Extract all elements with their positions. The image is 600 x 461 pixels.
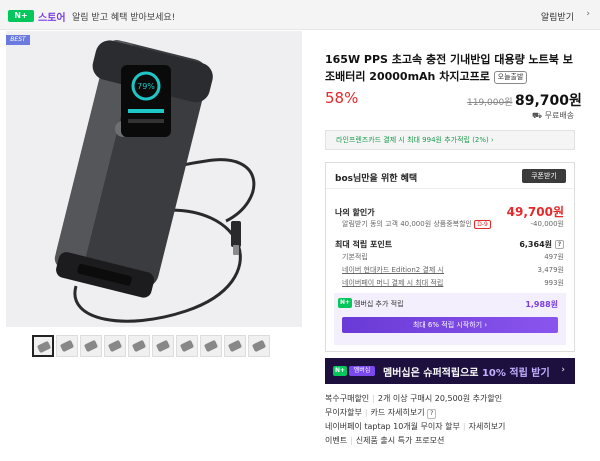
membership-box: N+ 멤버십 추가 적립 1,988원 최대 6% 적립 시작하기 ›	[334, 293, 566, 345]
points-row-npay-money-value: 993원	[544, 279, 564, 287]
notification-subscribe-button[interactable]: 알림받기	[541, 10, 574, 23]
thumbnail-5[interactable]	[128, 335, 150, 357]
benefits-title: bos님만을 위한 혜택	[335, 174, 418, 184]
thumbnail-8[interactable]	[200, 335, 222, 357]
card-details-link[interactable]: 카드 자세히보기	[371, 408, 425, 417]
naver-plus-badge: N+	[333, 366, 347, 376]
notification-message: 알림 받고 혜택 받아보세요!	[72, 13, 176, 23]
best-badge: BEST	[6, 35, 30, 45]
info-row-installment: 무이자할부 | 카드 자세히보기 ?	[325, 407, 437, 419]
points-row-card-value: 3,479원	[537, 266, 564, 274]
points-row-npay-money[interactable]: 네이버페이 머니 결제 시 최대 적립	[342, 278, 443, 288]
sale-price: 89,700원	[515, 93, 582, 109]
final-price-label: 나의 할인가	[335, 208, 375, 217]
points-row-card[interactable]: 네이버 현대카드 Edition2 결제 시	[342, 265, 444, 275]
chevron-right-icon: ›	[491, 136, 494, 144]
coupon-download-button[interactable]: 쿠폰받기	[522, 169, 566, 183]
truck-icon: ⛟	[532, 111, 543, 120]
coupon-dday-tag: D-9	[474, 220, 491, 229]
event-link[interactable]: 신제품 출시 특가 프로모션	[356, 436, 445, 445]
thumbnail-9[interactable]	[224, 335, 246, 357]
chevron-right-icon: ›	[561, 365, 565, 375]
thumbnail-4[interactable]	[104, 335, 126, 357]
product-title: 165W PPS 초고속 충전 기내반입 대용량 노트북 보조배터리 20000…	[325, 53, 573, 84]
naver-plus-badge: N+	[8, 10, 34, 22]
points-row-basic-value: 497원	[544, 253, 564, 261]
membership-banner[interactable]: N+ 멤버십 멤버십은 슈퍼적립으로 10% 적립 받기 ›	[325, 358, 575, 384]
membership-banner-text: 멤버십은 슈퍼적립으로 10% 적립 받기	[383, 368, 550, 379]
chevron-right-icon: ›	[484, 321, 488, 329]
coupon-description: 알림받기 동의 고객 40,000원 상품중복할인 D-9	[342, 219, 491, 229]
shipping-info: ⛟ 무료배송	[532, 111, 575, 120]
thumbnail-3[interactable]	[80, 335, 102, 357]
card-promo-banner[interactable]: 라인프렌즈카드 결제 시 최대 994원 추가적립 (2%) ›	[325, 130, 575, 150]
thumbnail-2[interactable]	[56, 335, 78, 357]
chevron-right-icon: ›	[586, 9, 590, 19]
today-shipping-badge: 오늘출발	[493, 70, 528, 84]
taptap-details-link[interactable]: 자세히보기	[469, 422, 506, 431]
store-top-bar: N+ 스토어 알림 받고 혜택 받아보세요! 알림받기 ›	[0, 0, 600, 30]
coupon-amount: -40,000원	[530, 220, 564, 228]
original-price: 119,000원	[467, 98, 513, 108]
info-row-event: 이벤트 | 신제품 출시 특가 프로모션	[325, 436, 445, 445]
discount-rate: 58%	[325, 89, 359, 107]
help-icon[interactable]: ?	[427, 409, 437, 419]
thumbnail-7[interactable]	[176, 335, 198, 357]
store-label[interactable]: 스토어	[38, 9, 66, 24]
power-bank-illustration: 79%	[54, 40, 256, 323]
benefits-header: bos님만을 위한 혜택 쿠폰받기	[326, 163, 574, 189]
final-price-value: 49,700원	[506, 205, 564, 219]
membership-badge: 멤버십	[349, 366, 375, 376]
membership-label: 멤버십 추가 적립	[354, 300, 404, 308]
membership-value: 1,988원	[525, 300, 558, 309]
points-row-basic: 기본적립	[342, 253, 368, 261]
help-icon[interactable]: ?	[555, 240, 564, 249]
thumbnail-6[interactable]	[152, 335, 174, 357]
product-main-image[interactable]: 79%	[6, 31, 302, 327]
thumbnail-1[interactable]	[32, 335, 54, 357]
points-total: 6,364원?	[519, 239, 564, 250]
thumbnail-10[interactable]	[248, 335, 270, 357]
naver-plus-badge: N+	[338, 298, 352, 308]
membership-start-button[interactable]: 최대 6% 적립 시작하기 ›	[342, 317, 558, 333]
device-screen-text: 79%	[137, 82, 155, 91]
benefits-panel: bos님만을 위한 혜택 쿠폰받기 나의 할인가 49,700원 알림받기 동의…	[325, 162, 575, 352]
info-row-bulk-discount: 복수구매할인 | 2개 이상 구매시 20,500원 추가할인	[325, 394, 503, 403]
info-row-npay-taptap: 네이버페이 taptap 10개월 무이자 할부 | 자세히보기	[325, 422, 506, 431]
points-label: 최대 적립 포인트	[335, 240, 393, 249]
